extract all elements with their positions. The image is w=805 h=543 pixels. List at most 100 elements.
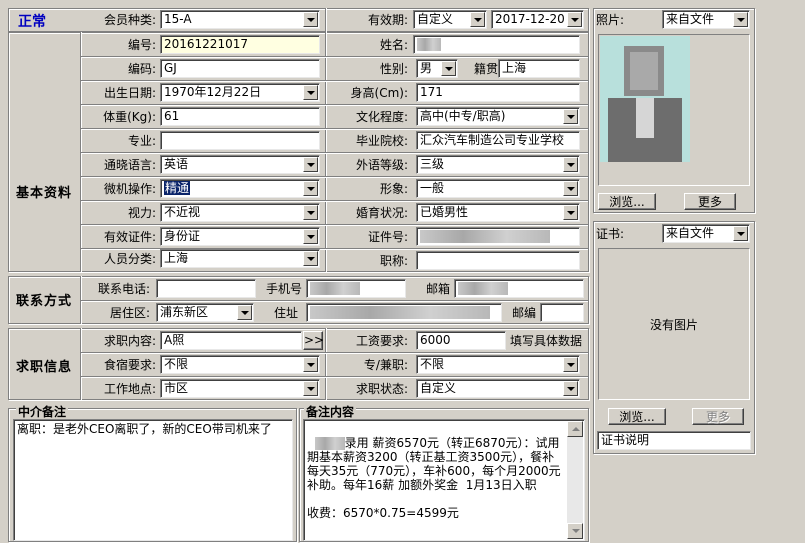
cert-browse-button[interactable]: 浏览... [608,408,666,425]
district-label: 居住区: [109,306,150,320]
language-select[interactable]: 英语 [160,155,320,174]
birth-label: 出生日期: [103,86,156,100]
scroll-down-icon[interactable] [567,523,583,539]
category-select[interactable]: 上海 [160,249,320,268]
photo-box [598,34,750,186]
weight-field[interactable]: 61 [160,107,320,126]
marital-select[interactable]: 已婚男性 [416,203,580,222]
fulltime-select[interactable]: 不限 [416,355,580,374]
address-label: 住址 [273,306,298,320]
computer-label: 微机操作: [103,182,156,196]
salary-hint: 填写具体数据 [509,334,582,348]
salary-field[interactable]: 6000 [416,331,506,350]
chevron-down-icon[interactable] [303,229,318,244]
agent-notes-textarea[interactable]: 离职：是老外CEO离职了，新的CEO带司机来了 [13,419,293,541]
cert-source-select[interactable]: 来自文件 [662,224,750,243]
cert-no-field[interactable] [416,227,580,246]
id-label: 编号: [127,38,156,52]
chevron-down-icon[interactable] [733,12,748,27]
row-divider [81,128,588,130]
photo-browse-button[interactable]: 浏览... [598,193,656,210]
status-label: 正常 [18,14,46,30]
chevron-down-icon[interactable] [563,109,578,124]
major-field[interactable] [160,131,320,150]
district-select[interactable]: 浦东新区 [156,303,254,322]
chevron-down-icon[interactable] [303,12,318,27]
title-field[interactable] [416,251,580,270]
education-select[interactable]: 高中(中专/职高) [416,107,580,126]
location-select[interactable]: 市区 [160,379,320,398]
id-field[interactable]: 20161221017 [160,35,320,54]
chevron-down-icon[interactable] [303,381,318,396]
title-label: 职称: [379,254,408,268]
vision-label: 视力: [127,206,156,220]
chevron-down-icon[interactable] [237,305,252,320]
chevron-down-icon[interactable] [303,85,318,100]
row-divider [81,300,588,302]
language-level-select[interactable]: 三级 [416,155,580,174]
image-label: 形象: [379,182,408,196]
location-label: 工作地点: [103,382,156,396]
height-field[interactable]: 171 [416,83,580,102]
job-content-label: 求职内容: [103,334,156,348]
chevron-down-icon[interactable] [563,381,578,396]
vision-select[interactable]: 不近视 [160,203,320,222]
school-field[interactable]: 汇众汽车制造公司专业学校 [416,131,580,150]
photo-more-button[interactable]: 更多 [684,193,736,210]
cert-desc-field[interactable]: 证书说明 [597,431,751,450]
remark-text: 录用 薪资6570元（转正6870元）：试用期基本薪资3200（转正基工资350… [307,436,561,520]
phone-field[interactable] [156,279,256,298]
chevron-down-icon[interactable] [470,12,485,27]
cert-panel-label: 证书: [596,227,625,241]
marital-label: 婚育状况: [355,206,408,220]
chevron-down-icon[interactable] [563,157,578,172]
code-field[interactable]: GJ [160,59,320,78]
row-divider [81,176,588,178]
job-content-field[interactable]: A照 [160,331,302,350]
chevron-down-icon[interactable] [303,181,318,196]
board-select[interactable]: 不限 [160,355,320,374]
remark-scrollbar[interactable] [567,421,583,539]
chevron-down-icon[interactable] [563,181,578,196]
validity-date-select[interactable]: 2017-12-20 [491,10,584,29]
chevron-down-icon[interactable] [567,12,582,27]
major-label: 专业: [127,134,156,148]
row-divider [81,248,588,250]
mobile-field[interactable] [306,279,406,298]
basic-section-title: 基本资料 [16,186,73,201]
email-field[interactable] [454,279,584,298]
remark-textarea[interactable]: 录用 薪资6570元（转正6870元）：试用期基本薪资3200（转正基工资350… [303,419,585,541]
validity-label: 有效期: [367,13,408,27]
chevron-down-icon[interactable] [303,251,318,266]
chevron-down-icon[interactable] [733,226,748,241]
birth-select[interactable]: 1970年12月22日 [160,83,320,102]
validity-mode-select[interactable]: 自定义 [413,10,487,29]
divider-v [325,8,327,272]
address-field[interactable] [306,303,502,322]
cert-select[interactable]: 身份证 [160,227,320,246]
job-content-more-button[interactable]: >> [303,331,324,350]
chevron-down-icon[interactable] [303,157,318,172]
chevron-down-icon[interactable] [441,61,456,76]
computer-select[interactable]: 精通 [160,179,320,198]
zip-field[interactable] [540,303,584,322]
member-type-select[interactable]: 15-A [160,10,320,29]
person-photo-icon [600,36,690,162]
zip-label: 邮编 [511,306,536,320]
scroll-up-icon[interactable] [567,421,583,437]
job-status-select[interactable]: 自定义 [416,379,580,398]
cert-more-button[interactable]: 更多 [692,408,744,425]
chevron-down-icon[interactable] [303,357,318,372]
native-field[interactable]: 上海 [498,59,580,78]
chevron-down-icon[interactable] [303,205,318,220]
name-field[interactable] [413,35,580,54]
image-select[interactable]: 一般 [416,179,580,198]
chevron-down-icon[interactable] [563,205,578,220]
job-section-title: 求职信息 [16,360,73,375]
gender-select[interactable]: 男 [416,59,458,78]
chevron-down-icon[interactable] [563,357,578,372]
photo-source-select[interactable]: 来自文件 [662,10,750,29]
row-divider [81,104,588,106]
row-divider [81,152,588,154]
school-label: 毕业院校: [355,134,408,148]
